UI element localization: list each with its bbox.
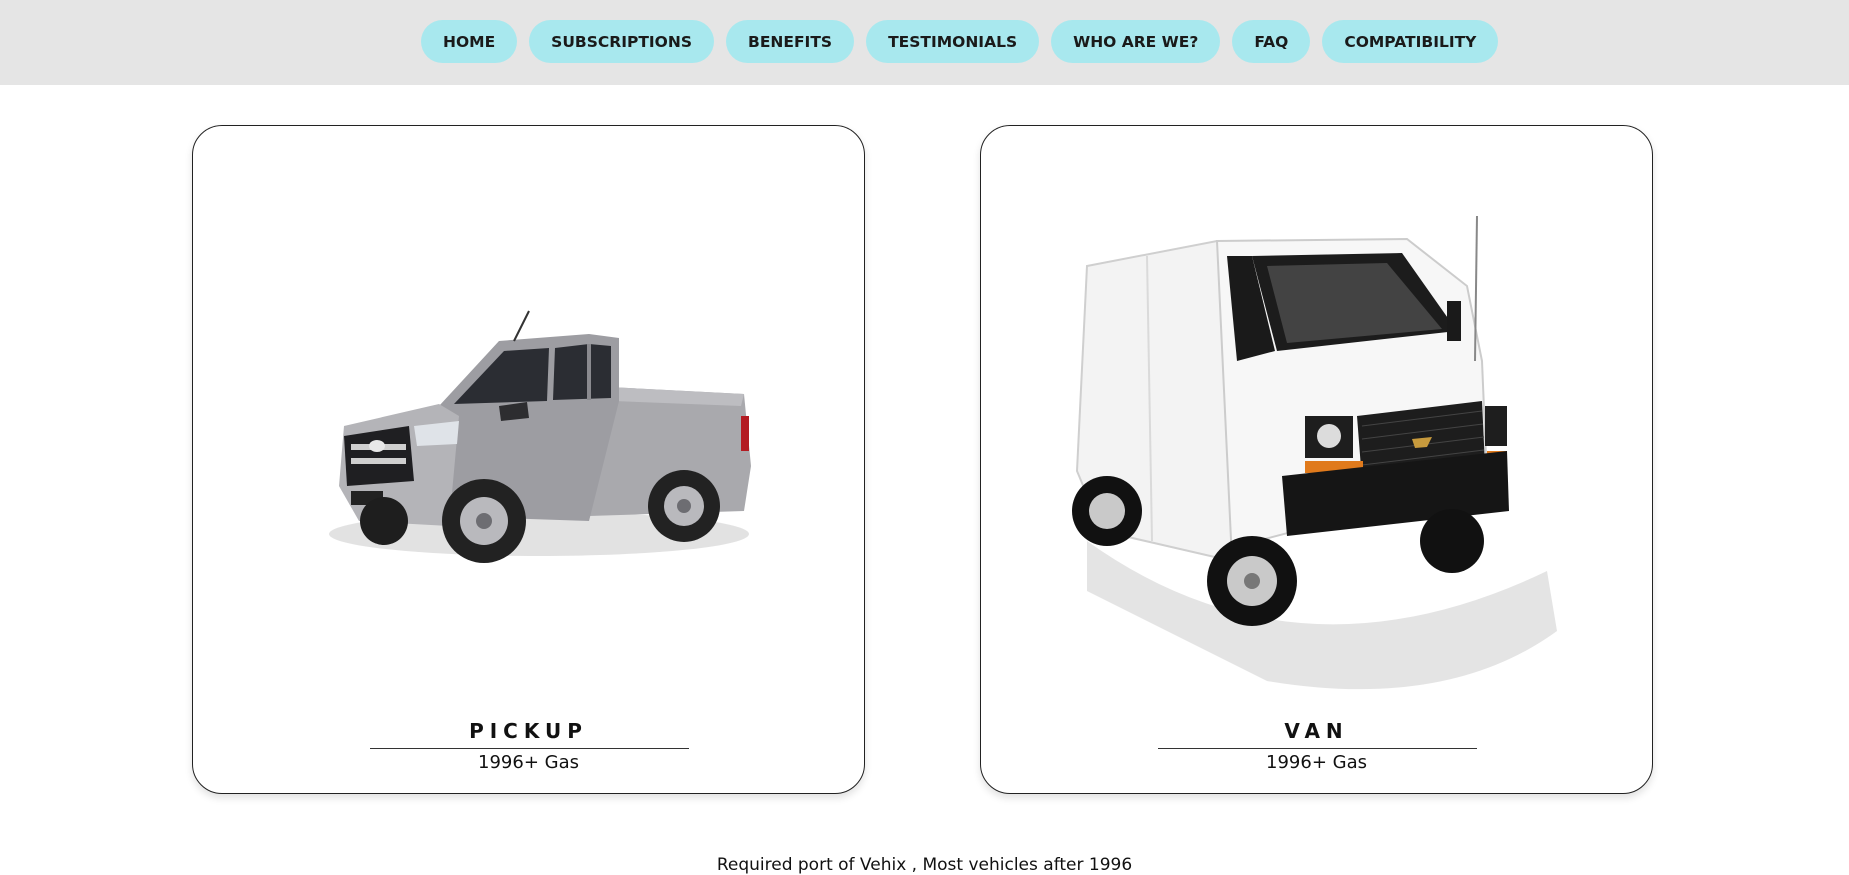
vehicle-card-pickup[interactable]: PICKUP 1996+ Gas	[192, 125, 865, 794]
nav-subscriptions-button[interactable]: SUBSCRIPTIONS	[529, 20, 714, 63]
card-title: VAN	[1284, 719, 1349, 743]
cargo-van-image	[1071, 215, 1557, 690]
nav-home-button[interactable]: HOME	[421, 20, 518, 63]
main-nav: HOME SUBSCRIPTIONS BENEFITS TESTIMONIALS…	[421, 20, 1499, 63]
nav-who-are-we-button[interactable]: WHO ARE WE?	[1051, 20, 1221, 63]
nav-testimonials-button[interactable]: TESTIMONIALS	[866, 20, 1040, 63]
vehicle-card-van[interactable]: VAN 1996+ Gas	[980, 125, 1653, 794]
card-subtitle: 1996+ Gas	[478, 752, 579, 773]
pickup-truck-image	[328, 310, 751, 563]
nav-faq-button[interactable]: FAQ	[1232, 20, 1311, 63]
compatibility-note: Required port of Vehix , Most vehicles a…	[716, 855, 1133, 875]
top-navigation-bar: HOME SUBSCRIPTIONS BENEFITS TESTIMONIALS…	[0, 0, 1849, 85]
divider	[370, 748, 689, 749]
card-subtitle: 1996+ Gas	[1266, 752, 1367, 773]
nav-compatibility-button[interactable]: COMPATIBILITY	[1322, 20, 1499, 63]
divider	[1158, 748, 1477, 749]
card-title: PICKUP	[469, 719, 588, 743]
nav-benefits-button[interactable]: BENEFITS	[726, 20, 855, 63]
